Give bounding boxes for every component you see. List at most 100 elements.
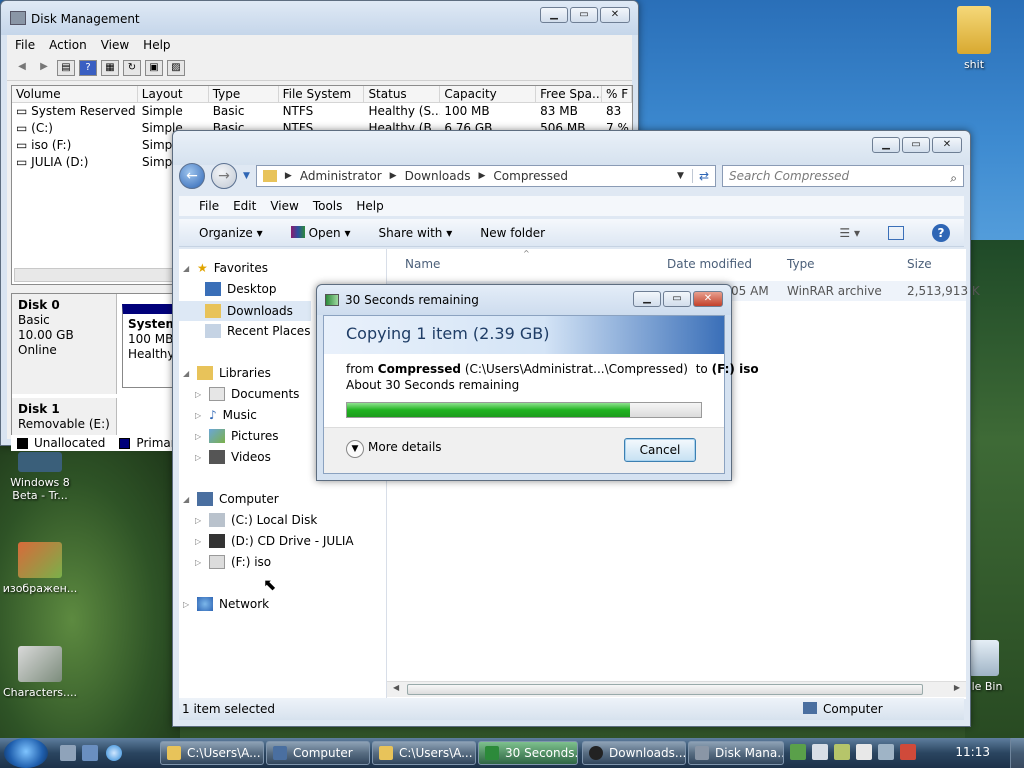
desktop-icon-folder[interactable]: shit [934,6,1014,71]
scroll-right-icon[interactable]: ▶ [954,683,960,692]
col-type[interactable]: Type [787,257,815,271]
nav-documents[interactable]: ▷ Documents [195,387,299,401]
volume-muted-icon[interactable] [900,744,916,760]
to-name[interactable]: (F:) iso [712,362,759,376]
col-type[interactable]: Type [209,86,279,102]
help-icon[interactable]: ? [932,223,950,242]
change-view-icon[interactable]: ☰ ▾ [839,226,860,240]
menu-action[interactable]: Action [49,38,87,52]
col-capacity[interactable]: Capacity [440,86,537,102]
search-icon[interactable]: ⌕ [950,168,957,188]
clock[interactable]: 11:13 [955,745,990,759]
show-hide-tree-icon[interactable]: ▤ [57,59,75,76]
address-bar[interactable]: ▶ Administrator ▶ Downloads ▶ Compressed… [255,165,716,187]
search-input[interactable]: Search Compressed ⌕ [722,165,964,187]
breadcrumb-compressed[interactable]: Compressed [493,169,568,183]
menu-file[interactable]: File [15,38,35,52]
show-desktop-icon[interactable] [60,745,76,761]
nav-favorites[interactable]: ◢ ★ Favorites [183,261,268,275]
col-date-modified[interactable]: Date modified [667,257,752,271]
menu-help[interactable]: Help [143,38,170,52]
new-folder-button[interactable]: New folder [480,226,545,240]
maximize-button[interactable]: ▭ [663,291,691,307]
title-bar[interactable]: Disk Management ▁ ▭ ✕ [1,1,638,35]
nav-libraries[interactable]: ◢ Libraries [183,366,271,380]
col-free-space[interactable]: Free Spa... [536,86,603,102]
col-file-system[interactable]: File System [279,86,365,102]
nav-recent-places[interactable]: Recent Places [205,324,310,338]
network-tray-icon[interactable] [878,744,894,760]
nav-downloads[interactable]: Downloads [179,301,311,321]
flag-icon[interactable] [856,744,872,760]
col-percent-free[interactable]: % F [602,86,632,102]
nav-music[interactable]: ▷ ♪ Music [195,408,257,422]
open-button[interactable]: Open ▾ [290,225,351,240]
show-desktop-button[interactable] [1010,738,1024,768]
col-volume[interactable]: Volume [12,86,138,102]
taskbar-item-folder-2[interactable]: C:\Users\A... [372,741,476,765]
nav-pictures[interactable]: ▷ Pictures [195,429,279,443]
taskbar-item-downloads[interactable]: Downloads... [582,741,686,765]
col-name[interactable]: Name [405,257,440,271]
nav-drive-d[interactable]: ▷ (D:) CD Drive - JULIA [195,534,354,548]
disk-0-label[interactable]: Disk 0 Basic 10.00 GB Online [12,294,117,394]
taskbar-item-copy-progress[interactable]: 30 Seconds... [478,741,578,765]
horizontal-scrollbar[interactable] [14,268,174,282]
menu-help[interactable]: Help [356,196,383,216]
title-bar[interactable]: 30 Seconds remaining ▁ ▭ ✕ [317,285,731,315]
close-button[interactable]: ✕ [693,291,723,307]
start-button[interactable] [4,738,48,768]
security-tray-icon[interactable] [834,744,850,760]
minimize-button[interactable]: ▁ [540,7,568,23]
desktop-icon-image[interactable]: изображен... [0,542,80,595]
cancel-button[interactable]: Cancel [624,438,696,462]
settings-icon[interactable]: ▨ [167,59,185,76]
scroll-left-icon[interactable]: ◀ [393,683,399,692]
internet-explorer-icon[interactable] [106,745,122,761]
menu-view[interactable]: View [270,196,298,216]
maximize-button[interactable]: ▭ [902,137,930,153]
back-button[interactable]: ← [179,163,205,189]
nav-drive-c[interactable]: ▷ (C:) Local Disk [195,513,317,527]
taskbar-item-folder-1[interactable]: C:\Users\A... [160,741,264,765]
breadcrumb-downloads[interactable]: Downloads [405,169,471,183]
nav-network[interactable]: ▷ Network [183,597,269,611]
address-dropdown-icon[interactable]: ▼ [677,171,684,181]
nav-desktop[interactable]: Desktop [205,282,277,296]
col-size[interactable]: Size [907,257,932,271]
menu-edit[interactable]: Edit [233,196,256,216]
refresh-icon[interactable]: ↻ [123,59,141,76]
nav-computer[interactable]: ◢ Computer [183,492,279,506]
preview-pane-icon[interactable] [888,225,904,240]
table-row[interactable]: ▭ System Reserved Simple Basic NTFS Heal… [12,103,632,120]
col-layout[interactable]: Layout [138,86,209,102]
menu-view[interactable]: View [101,38,129,52]
breadcrumb-administrator[interactable]: Administrator [300,169,382,183]
switch-windows-icon[interactable] [82,745,98,761]
horizontal-scrollbar[interactable]: ◀ ▶ [387,681,966,697]
desktop-icon-win8[interactable]: Windows 8 Beta - Tr... [0,452,80,502]
organize-button[interactable]: Organize ▾ [199,226,263,240]
back-arrow-icon[interactable]: ◀ [13,60,31,76]
taskbar-item-computer[interactable]: Computer [266,741,370,765]
scroll-thumb[interactable] [407,684,923,695]
close-button[interactable]: ✕ [932,137,962,153]
refresh-icon[interactable]: ⇄ [691,169,715,183]
forward-button[interactable]: → [211,163,237,189]
minimize-button[interactable]: ▁ [633,291,661,307]
properties-icon[interactable]: ▣ [145,59,163,76]
more-details-toggle[interactable]: ▼ More details [346,440,442,458]
share-with-button[interactable]: Share with ▾ [379,226,453,240]
col-status[interactable]: Status [364,86,441,102]
title-bar[interactable]: ▁ ▭ ✕ [173,131,970,165]
nav-videos[interactable]: ▷ Videos [195,450,271,464]
forward-arrow-icon[interactable]: ▶ [35,60,53,76]
taskbar-item-disk-management[interactable]: Disk Mana... [688,741,784,765]
nav-drive-f[interactable]: ▷ (F:) iso [195,555,271,569]
recent-pages-chevron-icon[interactable]: ▼ [243,171,250,181]
from-name[interactable]: Compressed [378,362,461,376]
document-tray-icon[interactable] [812,744,828,760]
console-icon[interactable]: ▦ [101,59,119,76]
download-tray-icon[interactable] [790,744,806,760]
help-icon[interactable]: ? [79,59,97,76]
